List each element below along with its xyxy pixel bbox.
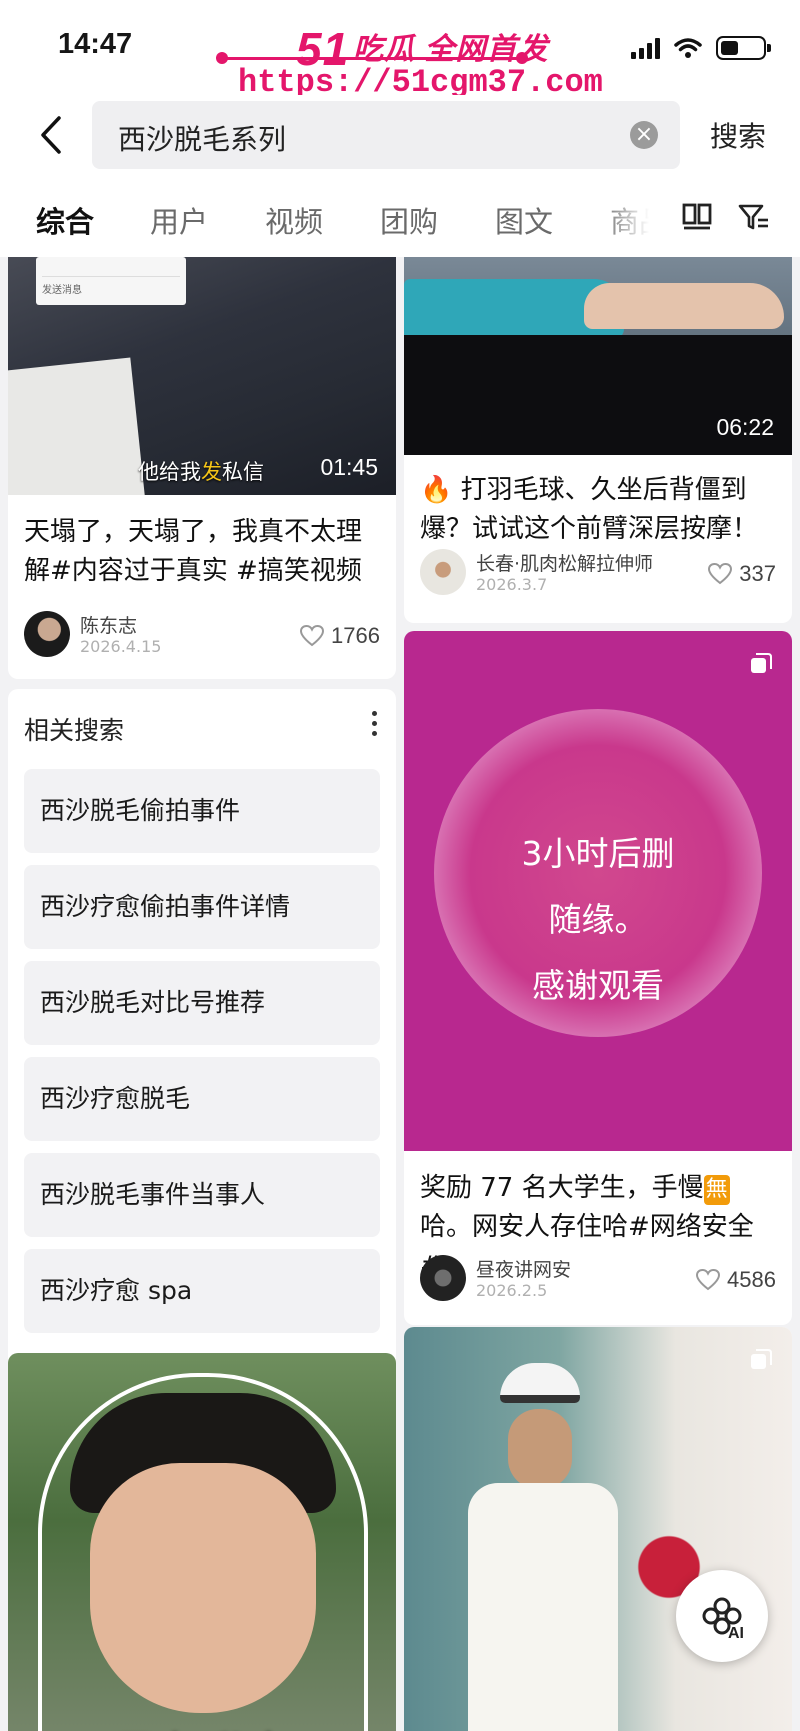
avatar[interactable] — [24, 611, 70, 657]
related-search-item[interactable]: 西沙脱毛偷拍事件 — [24, 769, 380, 853]
tab-users[interactable]: 用户 — [150, 199, 208, 241]
image-post-card[interactable] — [404, 1327, 792, 1731]
avatar[interactable] — [420, 1255, 466, 1301]
related-search-item[interactable]: 西沙脱毛对比号推荐 — [24, 961, 380, 1045]
card-title[interactable]: 天塌了，天塌了，我真不太理解#内容过于真实 #搞笑视频 — [24, 513, 382, 591]
search-header: 西沙脱毛系列 × 搜索 — [0, 95, 800, 175]
post-image[interactable] — [404, 1327, 792, 1731]
author-name[interactable]: 昼夜讲网安 — [476, 1255, 571, 1282]
related-search-item[interactable]: 西沙脱毛事件当事人 — [24, 1153, 380, 1237]
avatar[interactable] — [420, 549, 466, 595]
ai-icon: AI — [702, 1597, 744, 1642]
multi-image-icon — [751, 1349, 772, 1369]
wifi-icon — [674, 38, 702, 58]
image-overlay-text: 3小时后删 随缘。 感谢观看 — [521, 834, 675, 1005]
video-thumbnail[interactable]: 06:22 — [404, 257, 792, 455]
watermark-line — [222, 57, 522, 60]
related-search-item[interactable]: 西沙疗愈脱毛 — [24, 1057, 380, 1141]
white-uniform — [468, 1483, 618, 1731]
tab-comprehensive[interactable]: 综合 — [36, 199, 94, 241]
related-search-item[interactable]: 西沙疗愈 spa — [24, 1249, 380, 1333]
search-input[interactable]: 西沙脱毛系列 × — [92, 101, 680, 169]
status-time: 14:47 — [58, 28, 133, 60]
card-author: 昼夜讲网安 2026.2.5 4586 — [420, 1255, 776, 1303]
post-date: 2026.2.5 — [476, 1281, 548, 1300]
card-title[interactable]: 🔥 打羽毛球、久坐后背僵到爆？试试这个前臂深层按摩！ — [420, 471, 778, 549]
post-image[interactable]: 3小时后删 随缘。 感谢观看 — [404, 631, 792, 1151]
tab-bar: 综合 用户 视频 团购 图文 商品 — [0, 175, 800, 257]
like-count[interactable]: 4586 — [695, 1267, 776, 1293]
tab-fade — [600, 175, 670, 257]
like-count[interactable]: 337 — [707, 561, 776, 587]
portrait-face — [508, 1409, 572, 1489]
card-author: 长春·肌肉松解拉伸师 2026.3.7 337 — [420, 549, 776, 597]
person-back — [584, 283, 784, 329]
image-post-card[interactable]: 3小时后删 随缘。 感谢观看 奖励 77 名大学生，手慢無哈。网安人存住哈#网络… — [404, 631, 792, 1325]
watermark-brand: 51 吃瓜 全网首发 — [296, 23, 549, 75]
related-title: 相关搜索 — [24, 716, 125, 745]
video-thumbnail[interactable]: 发送消息 他给我发私信 01:45 — [8, 257, 396, 495]
search-query[interactable]: 西沙脱毛系列 — [118, 118, 286, 158]
watermark-dot — [516, 52, 528, 64]
related-search-item[interactable]: 西沙疗愈偷拍事件详情 — [24, 865, 380, 949]
ai-assistant-button[interactable]: AI — [676, 1570, 768, 1662]
signal-icon — [631, 37, 660, 59]
status-icons — [631, 36, 771, 60]
video-duration: 06:22 — [716, 414, 774, 440]
results-feed: 发送消息 他给我发私信 01:45 天塌了，天塌了，我真不太理解#内容过于真实 … — [0, 257, 800, 1731]
video-card[interactable]: 男士 私密 — [8, 1353, 396, 1731]
tab-group-buy[interactable]: 团购 — [380, 199, 438, 241]
tab-videos[interactable]: 视频 — [265, 199, 323, 241]
search-button[interactable]: 搜索 — [710, 115, 766, 155]
video-thumbnail[interactable]: 男士 私密 — [8, 1353, 396, 1731]
filter-icon[interactable] — [738, 203, 770, 231]
multi-image-icon — [751, 653, 772, 673]
card-author: 陈东志 2026.4.15 1766 — [24, 611, 380, 659]
video-card[interactable]: 06:22 🔥 打羽毛球、久坐后背僵到爆？试试这个前臂深层按摩！ 长春·肌肉松解… — [404, 257, 792, 623]
post-date: 2026.4.15 — [80, 637, 162, 656]
clear-icon[interactable]: × — [630, 121, 658, 149]
author-name[interactable]: 陈东志 — [80, 611, 137, 638]
svg-text:AI: AI — [728, 1625, 744, 1642]
video-card[interactable]: 发送消息 他给我发私信 01:45 天塌了，天塌了，我真不太理解#内容过于真实 … — [8, 257, 396, 679]
back-arrow-icon[interactable] — [38, 115, 64, 155]
heart-icon — [696, 1268, 721, 1291]
portrait-face — [90, 1463, 316, 1713]
heart-icon — [708, 562, 733, 585]
author-name[interactable]: 长春·肌肉松解拉伸师 — [476, 549, 653, 576]
video-overlay-text: 男士 私密 — [8, 1721, 396, 1731]
like-count[interactable]: 1766 — [299, 623, 380, 649]
watermark-dot — [216, 52, 228, 64]
chat-mini-screen: 发送消息 — [36, 257, 186, 305]
paper-sheet — [8, 357, 145, 495]
video-caption: 他给我发私信 — [138, 460, 264, 484]
fire-icon: 🔥 — [420, 475, 453, 505]
post-date: 2026.3.7 — [476, 575, 548, 594]
emoji-badge: 無 — [703, 1175, 730, 1205]
video-duration: 01:45 — [320, 454, 378, 480]
sailor-cap — [500, 1363, 580, 1403]
tab-posts[interactable]: 图文 — [495, 199, 553, 241]
heart-icon — [300, 624, 325, 647]
battery-icon — [716, 36, 771, 60]
more-options-icon[interactable] — [372, 711, 378, 741]
dual-column-icon[interactable] — [682, 203, 712, 231]
